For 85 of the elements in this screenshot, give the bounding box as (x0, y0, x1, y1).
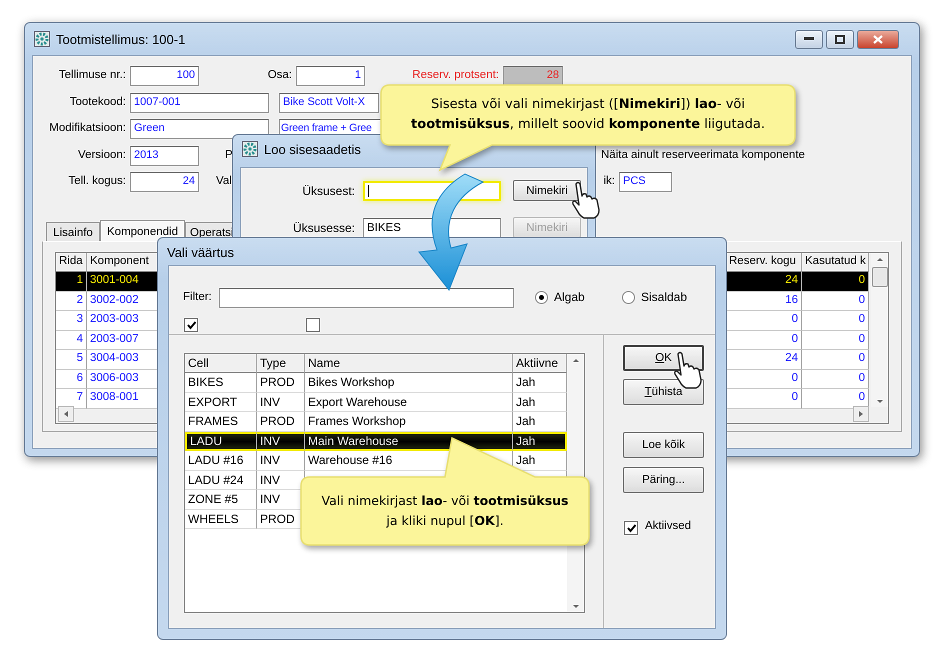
table-cell: PROD (257, 373, 305, 392)
gear-icon (34, 31, 50, 47)
minimize-button[interactable] (795, 30, 823, 48)
input-field[interactable]: 1 (296, 66, 365, 86)
field-label: ik: (602, 175, 615, 187)
minimize-icon (804, 37, 814, 41)
dialog-button[interactable]: Loe kõik (623, 432, 704, 458)
radio-label: Algab (554, 290, 585, 304)
callout-text: Sisesta või vali nimekirjast ([Nimekiri]) lao- või (431, 97, 745, 112)
checkbox[interactable] (624, 521, 638, 535)
input-field[interactable]: 2013 (130, 146, 199, 166)
table-cell: WHEELS (185, 510, 257, 529)
column-header[interactable]: Aktiivne (513, 354, 567, 373)
radio-label: Sisaldab (641, 290, 688, 304)
callout-text: ja kliki nupul [OK]. (386, 513, 504, 528)
field-label: Versioon: (77, 149, 126, 161)
field-label: Tootekood: (68, 96, 126, 108)
checkbox-label: Aktiivsed (645, 520, 692, 532)
table-cell: 24 (726, 272, 802, 292)
scroll-thumb[interactable] (872, 267, 888, 287)
close-icon (873, 34, 883, 44)
table-cell: INV (257, 392, 305, 412)
gear-icon (242, 141, 258, 157)
field-label: P (225, 149, 234, 161)
dialog-button[interactable]: OK (623, 345, 704, 371)
column-header[interactable]: Name (305, 354, 513, 373)
table-cell: 1 (56, 272, 87, 292)
dialog-button[interactable]: Tühista (623, 379, 704, 405)
field-label: Val (216, 175, 233, 187)
list-button[interactable]: Nimekiri (513, 180, 581, 201)
input-field[interactable]: Green (130, 119, 269, 139)
radio-button[interactable] (535, 290, 548, 304)
table-cell: EXPORT (185, 392, 257, 412)
field-label: Tell. kogus: (67, 175, 126, 187)
table-cell: 0 (802, 272, 869, 292)
dialog-title: Vali väärtus (167, 244, 234, 260)
column-header[interactable]: Reserv. kogu (726, 253, 802, 272)
tab[interactable]: Lisainfo (46, 222, 100, 242)
input-field[interactable]: 100 (130, 66, 199, 86)
maximize-button[interactable] (826, 30, 854, 48)
table-cell: LADU (185, 432, 257, 451)
input-field[interactable]: 1007-001 (130, 93, 269, 113)
field-label: Üksusest: (301, 184, 356, 198)
table-cell: INV (257, 432, 305, 451)
column-header[interactable]: Type (257, 354, 305, 373)
column-header[interactable]: Cell (185, 354, 257, 373)
column-header[interactable]: Kasutatud k (802, 253, 869, 272)
filter-field[interactable] (219, 288, 514, 308)
table-cell: Bikes Workshop (305, 373, 513, 392)
table-cell: ZONE #5 (185, 490, 257, 510)
checkbox-label: Näita ainult reserveerimata komponente (601, 149, 806, 161)
restore-icon (835, 34, 845, 44)
dialog-button[interactable]: Päring... (623, 467, 704, 493)
list-row[interactable]: EXPORT INV Export Warehouse Jah (185, 392, 567, 412)
hand-cursor-icon (572, 182, 600, 219)
input-field[interactable]: Bike Scott Volt-X (279, 93, 379, 113)
table-cell: LADU #16 (185, 451, 257, 470)
window-title: Tootmistellimus: 100-1 (56, 32, 186, 46)
field-label: Üksusesse: (292, 220, 356, 234)
list-row[interactable]: BIKES PROD Bikes Workshop Jah (185, 373, 567, 392)
callout-text: Vali nimekirjast lao- või tootmisüksus (322, 493, 568, 508)
list-row[interactable]: LADU INV Main Warehouse Jah (185, 432, 567, 451)
field-label: Filter: (183, 291, 213, 303)
field-label: Modifikatsioon: (48, 122, 126, 134)
field-label: Reserv. protsent: (411, 69, 499, 81)
close-button[interactable] (857, 30, 899, 48)
input-field[interactable]: PCS (619, 172, 672, 192)
callout-text: tootmisüksus, millelt soovid komponente liigutada. (411, 117, 765, 132)
table-cell: Jah (513, 432, 567, 451)
table-cell: BIKES (185, 373, 257, 392)
tab[interactable]: Komponendid (100, 220, 185, 242)
radio-button[interactable] (622, 290, 635, 304)
input-field[interactable]: 24 (130, 172, 199, 192)
scroll-right-icon[interactable] (853, 406, 869, 422)
column-header[interactable]: Rida (56, 253, 87, 272)
dialog-title: Loo sisesaadetis (264, 142, 361, 156)
table-cell: Export Warehouse (305, 392, 513, 412)
field-label: Tellimuse nr.: (58, 69, 126, 81)
checkbox[interactable] (306, 318, 320, 332)
checkbox[interactable] (184, 318, 198, 332)
field-label: Osa: (266, 69, 292, 81)
vertical-scrollbar[interactable] (871, 253, 888, 407)
text-cursor (368, 184, 369, 196)
scroll-left-icon[interactable] (58, 406, 74, 422)
table-cell: LADU #24 (185, 470, 257, 490)
